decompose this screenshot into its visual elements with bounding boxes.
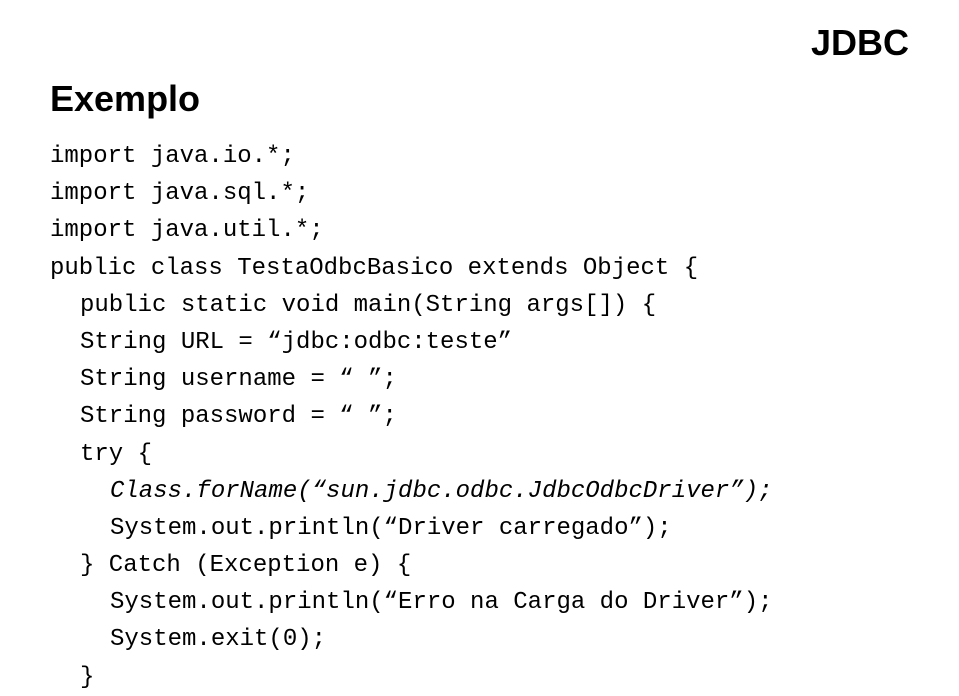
code-line: public class TestaOdbcBasico extends Obj…: [50, 250, 909, 287]
code-line: String password = “ ”;: [50, 398, 909, 435]
code-line: Class.forName(“sun.jdbc.odbc.JdbcOdbcDri…: [50, 473, 909, 510]
code-line: import java.io.*;: [50, 138, 909, 175]
code-line: import java.sql.*;: [50, 175, 909, 212]
code-line: System.out.println(“Erro na Carga do Dri…: [50, 584, 909, 621]
header-label: JDBC: [811, 22, 909, 64]
code-line: import java.util.*;: [50, 212, 909, 249]
code-line: System.exit(0);: [50, 621, 909, 658]
code-line: String username = “ ”;: [50, 361, 909, 398]
code-line: public static void main(String args[]) {: [50, 287, 909, 324]
code-line: String URL = “jdbc:odbc:teste”: [50, 324, 909, 361]
code-line: System.out.println(“Driver carregado”);: [50, 510, 909, 547]
code-line: try {: [50, 436, 909, 473]
section-title: Exemplo: [50, 78, 909, 120]
code-block: import java.io.*; import java.sql.*; imp…: [50, 138, 909, 696]
code-line: }: [50, 659, 909, 696]
code-line: } Catch (Exception e) {: [50, 547, 909, 584]
